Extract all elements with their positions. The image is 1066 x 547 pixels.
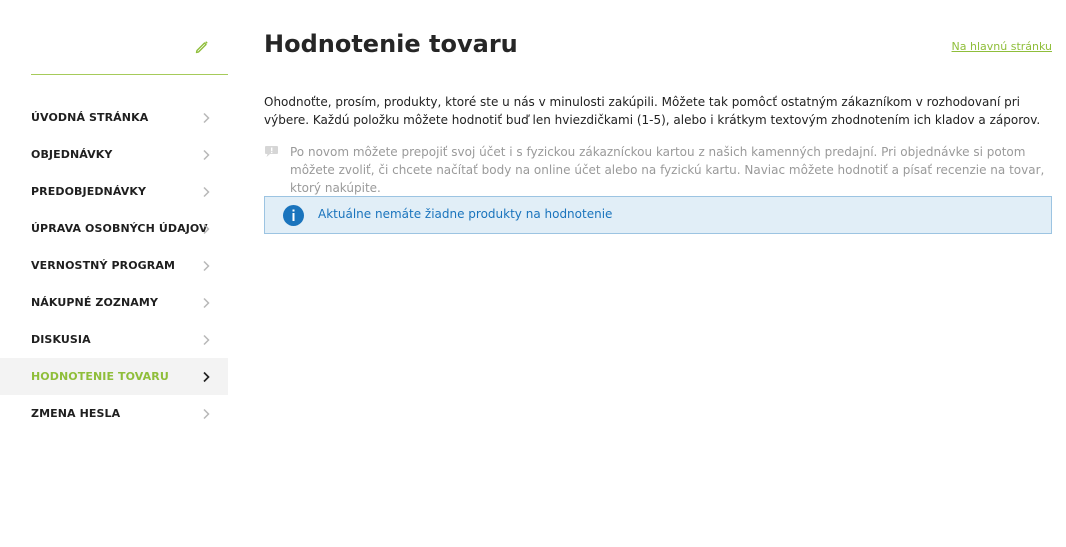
sidebar-header xyxy=(31,32,228,75)
sidebar-item-uprava-osobnych-udajov[interactable]: ÚPRAVA OSOBNÝCH ÚDAJOV xyxy=(0,210,228,247)
intro-text: Ohodnoťte, prosím, produkty, ktoré ste u… xyxy=(264,95,1041,127)
sidebar-item-hodnotenie-tovaru[interactable]: HODNOTENIE TOVARU xyxy=(0,358,228,395)
sidebar-item-diskusia[interactable]: DISKUSIA xyxy=(0,321,228,358)
alert-text: Aktuálne nemáte žiadne produkty na hodno… xyxy=(318,207,613,221)
sidebar-nav: ÚVODNÁ STRÁNKA OBJEDNÁVKY PREDOBJEDNÁVKY… xyxy=(0,99,228,432)
sidebar-item-label: DISKUSIA xyxy=(31,333,91,346)
chevron-right-icon xyxy=(203,186,210,198)
chevron-right-icon xyxy=(203,223,210,235)
notice-text: Po novom môžete prepojiť svoj účet i s f… xyxy=(290,145,1045,195)
sidebar-item-label: PREDOBJEDNÁVKY xyxy=(31,185,147,198)
speech-bubble-icon xyxy=(265,146,278,157)
sidebar-item-label: HODNOTENIE TOVARU xyxy=(31,370,169,383)
info-icon xyxy=(283,205,304,226)
sidebar-item-nakupne-zoznamy[interactable]: NÁKUPNÉ ZOZNAMY xyxy=(0,284,228,321)
sidebar-item-label: NÁKUPNÉ ZOZNAMY xyxy=(31,296,159,309)
sidebar-item-label: VERNOSTNÝ PROGRAM xyxy=(31,259,176,272)
page: ÚVODNÁ STRÁNKA OBJEDNÁVKY PREDOBJEDNÁVKY… xyxy=(0,0,1066,547)
sidebar-item-label: ÚPRAVA OSOBNÝCH ÚDAJOV xyxy=(31,222,208,235)
page-title: Hodnotenie tovaru xyxy=(264,30,518,58)
sidebar-item-vernostny-program[interactable]: VERNOSTNÝ PROGRAM xyxy=(0,247,228,284)
chevron-right-icon xyxy=(203,297,210,309)
sidebar-item-label: ZMENA HESLA xyxy=(31,407,121,420)
sidebar-item-label: OBJEDNÁVKY xyxy=(31,148,113,161)
sidebar-item-zmena-hesla[interactable]: ZMENA HESLA xyxy=(0,395,228,432)
chevron-right-icon xyxy=(203,408,210,420)
home-link[interactable]: Na hlavnú stránku xyxy=(952,40,1052,53)
chevron-right-icon xyxy=(203,112,210,124)
sidebar-item-predobjednavky[interactable]: PREDOBJEDNÁVKY xyxy=(0,173,228,210)
chevron-right-icon xyxy=(203,260,210,272)
chevron-right-icon xyxy=(203,334,210,346)
chevron-right-icon xyxy=(203,149,210,161)
sidebar-item-uvodna-stranka[interactable]: ÚVODNÁ STRÁNKA xyxy=(0,99,228,136)
sidebar-item-objednavky[interactable]: OBJEDNÁVKY xyxy=(0,136,228,173)
pencil-icon[interactable] xyxy=(195,40,209,54)
sidebar-item-label: ÚVODNÁ STRÁNKA xyxy=(31,111,149,124)
info-alert: Aktuálne nemáte žiadne produkty na hodno… xyxy=(264,196,1052,234)
chevron-right-icon xyxy=(203,371,210,383)
